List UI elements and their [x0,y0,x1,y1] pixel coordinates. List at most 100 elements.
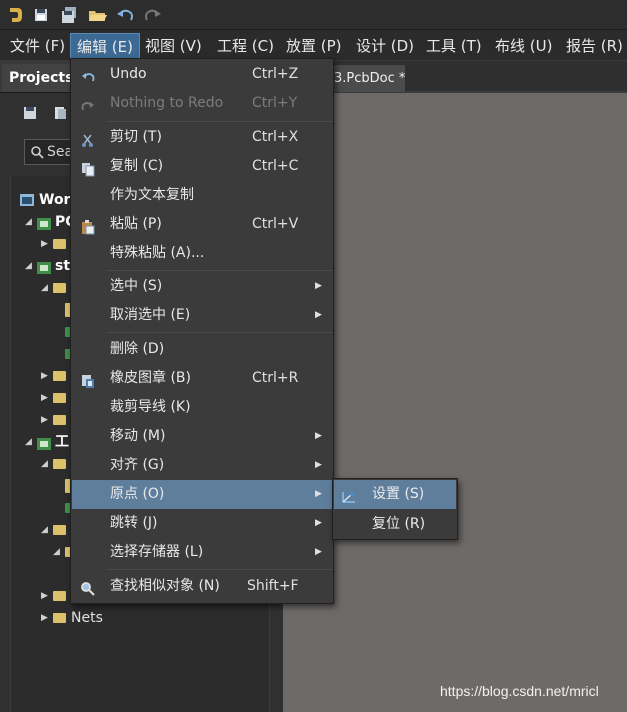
expand-caret-icon[interactable]: ▶ [41,591,51,601]
menu-item-deselect[interactable]: 取消选中 (E) ▶ [72,301,332,330]
menu-item-jump[interactable]: 跳转 (J) ▶ [72,509,332,538]
menu-item-redo: Nothing to Redo Ctrl+Y [72,89,332,118]
origin-submenu: 设置 (S) 复位 (R) [332,478,458,540]
expand-caret-icon[interactable]: ▶ [41,613,51,623]
collapse-caret-icon[interactable]: ◢ [41,459,51,469]
menu-item-paste[interactable]: 粘贴 (P) Ctrl+V [72,210,332,239]
folder-icon [53,393,66,403]
menu-item-copy[interactable]: 复制 (C) Ctrl+C [72,152,332,181]
menu-item-label: Undo [110,66,147,82]
document-tab[interactable]: 3.PcbDoc * [329,65,405,92]
menu-item-label: 剪切 (T) [110,129,162,145]
menu-item-find-similar[interactable]: 查找相似对象 (N) Shift+F [72,572,332,601]
open-folder-icon[interactable] [86,4,108,26]
menu-item-label: 选择存储器 (L) [110,544,204,560]
submenu-arrow-icon: ▶ [315,489,322,499]
find-similar-icon [80,579,96,596]
menu-item-copy-as-text[interactable]: 作为文本复制 [72,181,332,210]
folder-icon [53,525,66,535]
collapse-caret-icon[interactable]: ◢ [25,261,35,271]
document-tab-bar: 3.PcbDoc * [283,61,627,93]
submenu-arrow-icon: ▶ [315,431,322,441]
submenu-arrow-icon: ▶ [315,460,322,470]
menu-view[interactable]: 视图 (V) [139,33,208,59]
collapse-caret-icon[interactable]: ◢ [41,525,51,535]
menu-place[interactable]: 放置 (P) [280,33,348,59]
scissors-icon [80,130,96,147]
menu-item-origin[interactable]: 原点 (O) ▶ [72,480,332,509]
collapse-caret-icon[interactable]: ◢ [41,283,51,293]
menu-item-shortcut: Ctrl+R [252,370,299,386]
menu-design[interactable]: 设计 (D) [350,33,420,59]
panel-documents-icon[interactable] [52,105,68,121]
menu-edit[interactable]: 编辑 (E) [70,33,140,59]
menu-item-trim-wires[interactable]: 裁剪导线 (K) [72,393,332,422]
menu-item-select[interactable]: 选中 (S) ▶ [72,272,332,301]
save-icon[interactable] [30,4,52,26]
title-bar [0,0,627,30]
menu-reports[interactable]: 报告 (R) [560,33,627,59]
tree-label: Nets [71,610,103,626]
collapse-caret-icon[interactable]: ◢ [53,547,63,557]
copy-icon [80,159,96,177]
menu-item-shortcut: Ctrl+X [252,129,299,145]
menu-item-shortcut: Ctrl+V [252,216,299,232]
menu-item-label: 原点 (O) [110,486,165,502]
undo-icon [80,67,96,83]
expand-caret-icon[interactable]: ▶ [41,415,51,425]
menu-item-shortcut: Ctrl+C [252,158,299,174]
collapse-caret-icon[interactable]: ◢ [25,437,35,447]
expand-caret-icon[interactable]: ▶ [41,239,51,249]
pcb-canvas[interactable] [283,93,627,712]
submenu-arrow-icon: ▶ [315,310,322,320]
menu-item-label: 移动 (M) [110,428,166,444]
folder-icon [53,591,66,601]
folder-icon [53,613,66,623]
expand-caret-icon[interactable]: ▶ [41,393,51,403]
submenu-arrow-icon: ▶ [315,518,322,528]
menu-item-delete[interactable]: 删除 (D) [72,335,332,364]
submenu-item-set-origin[interactable]: 设置 (S) [334,480,456,509]
menu-item-move[interactable]: 移动 (M) ▶ [72,422,332,451]
tree-label: 工 [55,434,69,450]
pcb-project-icon [37,260,51,274]
pcb-project-icon [37,436,51,450]
menu-item-label: 复制 (C) [110,158,164,174]
redo-icon [142,4,164,26]
menu-item-label: 粘贴 (P) [110,216,162,232]
menu-bar: 文件 (F) 编辑 (E) 视图 (V) 工程 (C) 放置 (P) 设计 (D… [0,30,627,61]
edit-menu-dropdown: Undo Ctrl+Z Nothing to Redo Ctrl+Y 剪切 (T… [70,58,334,604]
submenu-item-label: 设置 (S) [372,486,425,502]
menu-item-label: 对齐 (G) [110,457,165,473]
undo-icon[interactable] [114,4,136,26]
folder-icon [53,283,66,293]
submenu-arrow-icon: ▶ [315,281,322,291]
menu-item-label: 跳转 (J) [110,515,158,531]
collapse-caret-icon[interactable]: ◢ [25,217,35,227]
menu-item-paste-special[interactable]: 特殊粘贴 (A)... [72,239,332,268]
menu-item-align[interactable]: 对齐 (G) ▶ [72,451,332,480]
menu-item-label: 特殊粘贴 (A)... [110,245,205,261]
submenu-arrow-icon: ▶ [315,547,322,557]
panel-save-icon[interactable] [22,105,38,121]
menu-item-undo[interactable]: Undo Ctrl+Z [72,60,332,89]
redo-icon [80,96,96,112]
folder-icon [53,239,66,249]
workspace-icon [19,193,35,207]
submenu-item-reset-origin[interactable]: 复位 (R) [334,510,456,539]
menu-route[interactable]: 布线 (U) [489,33,558,59]
menu-file[interactable]: 文件 (F) [4,33,71,59]
projects-tab[interactable]: Projects [2,64,73,92]
menu-item-cut[interactable]: 剪切 (T) Ctrl+X [72,123,332,152]
menu-project[interactable]: 工程 (C) [211,33,280,59]
menu-item-label: 删除 (D) [110,341,165,357]
menu-item-label: 查找相似对象 (N) [110,578,220,594]
menu-item-select-memory[interactable]: 选择存储器 (L) ▶ [72,538,332,567]
save-all-icon[interactable] [58,4,80,26]
paste-icon [80,217,96,235]
expand-caret-icon[interactable]: ▶ [41,371,51,381]
set-origin-icon [340,487,358,503]
menu-tools[interactable]: 工具 (T) [420,33,488,59]
menu-item-rubber-stamp[interactable]: 橡皮图章 (B) Ctrl+R [72,364,332,393]
search-icon [30,140,44,164]
